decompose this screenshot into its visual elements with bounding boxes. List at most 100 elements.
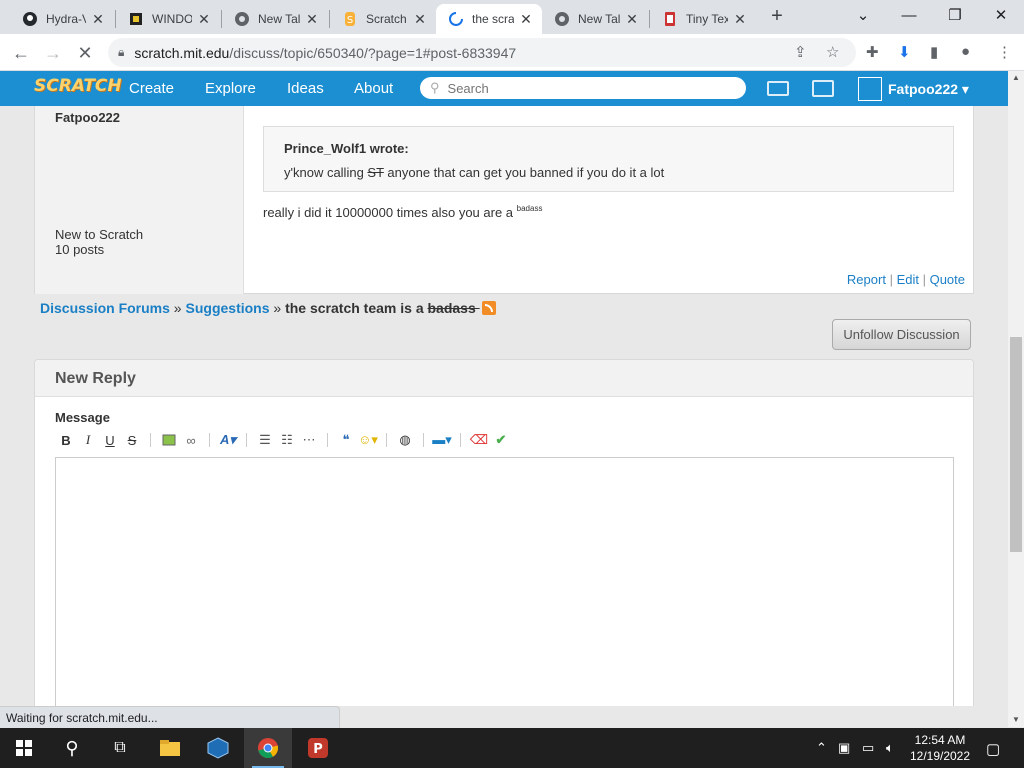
username-menu[interactable]: Fatpoo222 ▾ xyxy=(888,81,969,98)
search-icon[interactable]: ⚲ xyxy=(48,728,96,768)
scratchblocks-icon[interactable]: ▬▾ xyxy=(431,430,453,450)
close-window-button[interactable]: ✕ xyxy=(978,0,1024,30)
tab-new-1[interactable]: New Tal ✕ xyxy=(222,4,328,34)
rss-icon[interactable] xyxy=(481,301,496,315)
tab-title: New Tal xyxy=(578,12,620,26)
breadcrumb-forums[interactable]: Discussion Forums xyxy=(40,300,170,316)
scratch-header: SCRATCH Create Explore Ideas About ⚲ Fat… xyxy=(0,71,1008,106)
new-tab-button[interactable]: + xyxy=(766,6,788,28)
file-explorer-icon[interactable] xyxy=(146,728,194,768)
volume-muted-icon[interactable]: 🔈︎ xyxy=(886,740,894,756)
my-stuff-icon[interactable] xyxy=(812,80,834,97)
scratch-icon: S xyxy=(342,11,358,27)
extensions-icon[interactable]: ✚ xyxy=(866,43,879,61)
quote-link[interactable]: Quote xyxy=(930,272,965,287)
system-clock[interactable]: 12:54 AM 12/19/2022 xyxy=(905,732,975,764)
tab-search-icon[interactable]: ⌄ xyxy=(840,0,886,30)
tab-tinytex[interactable]: Tiny Tex ✕ xyxy=(650,4,756,34)
quote-icon[interactable]: ❝ xyxy=(335,430,357,450)
back-button[interactable]: ← xyxy=(8,40,34,66)
minimize-button[interactable]: — xyxy=(886,0,932,30)
address-bar[interactable]: 🔒︎ scratch.mit.edu/discuss/topic/650340/… xyxy=(108,38,856,67)
message-editor[interactable] xyxy=(55,457,954,706)
post-author[interactable]: Fatpoo222 xyxy=(55,110,120,125)
download-icon[interactable]: ⬇ xyxy=(898,43,911,61)
italic-icon[interactable]: I xyxy=(77,430,99,450)
breadcrumb-category[interactable]: Suggestions xyxy=(186,300,270,316)
avatar[interactable] xyxy=(858,77,882,101)
search-box[interactable]: ⚲ xyxy=(420,77,746,99)
tab-new-2[interactable]: New Tal ✕ xyxy=(542,4,648,34)
status-bubble: Waiting for scratch.mit.edu... xyxy=(0,706,340,728)
tab-strip: Hydra-V ✕ WINDO ✕ New Tal ✕ S Scratch ✕ … xyxy=(0,0,1024,34)
loading-icon xyxy=(448,11,464,27)
list-item-icon[interactable]: ⋯ xyxy=(298,430,320,450)
close-icon[interactable]: ✕ xyxy=(196,11,212,28)
tab-active[interactable]: the scra ✕ xyxy=(436,4,542,34)
edit-link[interactable]: Edit xyxy=(897,272,919,287)
new-reply-panel: New Reply Message B I U S ∞ A▾ ☰ ☷ ⋯ ❝ ☺… xyxy=(34,359,974,706)
display-tray-icon[interactable]: ▭ xyxy=(862,740,874,756)
chevron-up-icon[interactable]: ⌃ xyxy=(816,740,827,756)
page-scrollbar[interactable]: ▲ ▼ xyxy=(1008,71,1024,727)
menu-icon[interactable]: ⋮ xyxy=(997,43,1012,61)
font-icon[interactable]: A▾ xyxy=(217,430,239,450)
numbered-list-icon[interactable]: ☷ xyxy=(276,430,298,450)
side-panel-icon[interactable]: ▮ xyxy=(930,43,938,61)
smiley-icon[interactable]: ☺▾ xyxy=(357,430,379,450)
underline-icon[interactable]: U xyxy=(99,430,121,450)
tab-scratch[interactable]: S Scratch ✕ xyxy=(330,4,436,34)
nav-about[interactable]: About xyxy=(354,80,393,97)
browser-toolbar: ← → ✕ 🔒︎ scratch.mit.edu/discuss/topic/6… xyxy=(0,34,1024,71)
close-icon[interactable]: ✕ xyxy=(412,11,428,28)
nav-ideas[interactable]: Ideas xyxy=(287,80,324,97)
virtualbox-icon[interactable] xyxy=(194,728,242,768)
preview-check-icon[interactable]: ✔ xyxy=(490,430,512,450)
strikethrough-icon[interactable]: S xyxy=(121,430,143,450)
post-actions: Report | Edit | Quote xyxy=(846,272,965,287)
windows-start-icon[interactable] xyxy=(0,728,48,768)
close-icon[interactable]: ✕ xyxy=(518,11,534,28)
messages-icon[interactable] xyxy=(767,81,789,96)
network-tray-icon[interactable]: ▣ xyxy=(838,740,850,756)
clear-format-icon[interactable]: ⌫ xyxy=(468,430,490,450)
tab-title: the scra xyxy=(472,12,514,26)
bullet-list-icon[interactable]: ☰ xyxy=(254,430,276,450)
bold-icon[interactable]: B xyxy=(55,430,77,450)
psiphon-icon[interactable]: P xyxy=(294,728,342,768)
close-icon[interactable]: ✕ xyxy=(624,11,640,28)
close-icon[interactable]: ✕ xyxy=(90,11,106,28)
link-icon[interactable]: ∞ xyxy=(180,430,202,450)
image-icon[interactable] xyxy=(158,430,180,450)
windows-taskbar: ⚲ ⧉ P ⌃ ▣ ▭ 🔈︎ 12:54 AM 12/19/2022 ▢ xyxy=(0,728,1024,768)
task-view-icon[interactable]: ⧉ xyxy=(96,728,144,768)
chrome-taskbar-icon[interactable] xyxy=(244,728,292,768)
nav-explore[interactable]: Explore xyxy=(205,80,256,97)
bookmark-star-icon[interactable]: ☆ xyxy=(826,43,839,61)
tab-windows[interactable]: WINDO ✕ xyxy=(116,4,220,34)
notifications-icon[interactable]: ▢ xyxy=(986,740,1000,758)
search-input[interactable] xyxy=(447,80,728,96)
share-icon[interactable]: ⇪ xyxy=(794,43,807,61)
scratch-logo[interactable]: SCRATCH xyxy=(34,76,122,96)
forward-button[interactable]: → xyxy=(40,40,66,66)
restore-button[interactable]: ❐ xyxy=(932,0,978,30)
report-link[interactable]: Report xyxy=(847,272,886,287)
breadcrumb: Discussion Forums » Suggestions » the sc… xyxy=(40,300,496,316)
unfollow-button[interactable]: Unfollow Discussion xyxy=(832,319,971,350)
chrome-icon xyxy=(234,11,250,27)
lock-icon: 🔒︎ xyxy=(118,45,125,59)
scroll-thumb[interactable] xyxy=(1010,337,1022,552)
quote-text: y'know calling ST anyone that can get yo… xyxy=(284,165,665,180)
close-icon[interactable]: ✕ xyxy=(732,11,748,28)
search-icon: ⚲ xyxy=(430,80,440,95)
nav-create[interactable]: Create xyxy=(129,80,174,97)
author-rank: New to Scratch xyxy=(55,227,144,242)
tab-hydra[interactable]: Hydra-V ✕ xyxy=(10,4,114,34)
profile-icon[interactable]: ● xyxy=(961,43,970,60)
scroll-up-icon[interactable]: ▲ xyxy=(1008,71,1024,85)
close-icon[interactable]: ✕ xyxy=(304,11,320,28)
scroll-down-icon[interactable]: ▼ xyxy=(1008,713,1024,727)
globe-icon[interactable]: ◍ xyxy=(394,430,416,450)
stop-button[interactable]: ✕ xyxy=(72,40,98,66)
